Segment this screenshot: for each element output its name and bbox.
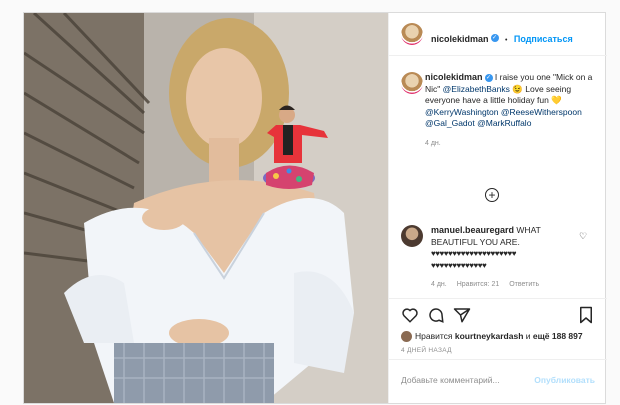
mention-link[interactable]: @MarkRuffalo <box>477 118 531 128</box>
add-comment-input[interactable]: Добавьте комментарий... <box>401 375 500 385</box>
plus-circle-icon[interactable]: + <box>485 188 499 202</box>
liker-avatar <box>401 331 412 343</box>
comment-time[interactable]: 4 дн. <box>431 281 447 288</box>
post-caption: nicolekidman ✓ I raise you one "Mick on a… <box>425 72 597 149</box>
likes-count[interactable]: ещё 188 897 <box>533 331 583 341</box>
comment-body: manuel.beauregard WHAT BEAUTIFUL YOU ARE… <box>431 225 579 271</box>
add-comment-bar: Добавьте комментарий... Опубликовать <box>389 359 607 402</box>
likes-summary[interactable]: Нравится kourtneykardash и ещё 188 897 <box>401 331 583 343</box>
author-username[interactable]: nicolekidman <box>431 34 489 44</box>
likes-prefix: Нравится <box>415 331 453 341</box>
share-icon[interactable] <box>453 306 471 324</box>
verified-badge-icon: ✓ <box>484 73 493 82</box>
caption-avatar[interactable] <box>401 72 423 94</box>
caption-time[interactable]: 4 дн. <box>425 138 597 150</box>
comment-icon[interactable] <box>427 306 445 324</box>
liker-username[interactable]: kourtneykardash <box>455 331 524 341</box>
post-photo[interactable] <box>24 13 388 403</box>
mention-link[interactable]: @ElizabethBanks <box>443 84 510 94</box>
comment-meta: 4 дн. Нравится: 21 Ответить <box>431 281 547 288</box>
bookmark-icon[interactable] <box>577 306 595 324</box>
comment-hearts-2: ♥♥♥♥♥♥♥♥♥♥♥♥♥ <box>431 260 487 270</box>
heart-icon[interactable] <box>401 306 419 324</box>
wink-emoji: 😉 <box>512 83 523 94</box>
author-avatar[interactable] <box>401 23 423 45</box>
publish-button[interactable]: Опубликовать <box>534 375 595 385</box>
follow-button[interactable]: Подписаться <box>514 34 573 44</box>
verified-badge-icon: ✓ <box>490 33 499 42</box>
likes-and: и <box>525 331 531 341</box>
post-side-panel: nicolekidman ✓ • Подписаться nicolekidman… <box>388 13 607 403</box>
mention-link[interactable]: @KerryWashington <box>425 107 499 117</box>
post-header: nicolekidman ✓ • Подписаться <box>389 13 607 56</box>
comment-likes[interactable]: Нравится: 21 <box>457 281 500 288</box>
comment-reply[interactable]: Ответить <box>509 281 539 288</box>
commenter-username[interactable]: manuel.beauregard <box>431 225 514 235</box>
comment-like-heart-icon[interactable]: ♡ <box>579 231 587 242</box>
comment-hearts-1: ♥♥♥♥♥♥♥♥♥♥♥♥♥♥♥♥♥♥♥♥ <box>431 249 517 258</box>
instagram-post: nicolekidman ✓ • Подписаться nicolekidman… <box>23 12 607 404</box>
header-separator: • <box>504 37 508 44</box>
commenter-avatar[interactable] <box>401 225 423 247</box>
caption-username[interactable]: nicolekidman <box>425 72 483 82</box>
posted-ago[interactable]: 4 ДНЕЙ НАЗАД <box>401 347 452 354</box>
mention-link[interactable]: @ReeseWitherspoon <box>501 107 582 117</box>
heart-emoji: 💛 <box>551 95 562 105</box>
mention-link[interactable]: @Gal_Gadot <box>425 118 475 128</box>
action-bar: Нравится kourtneykardash и ещё 188 897 4… <box>389 298 607 404</box>
comments-area[interactable]: nicolekidman ✓ I raise you one "Mick on a… <box>389 55 607 298</box>
